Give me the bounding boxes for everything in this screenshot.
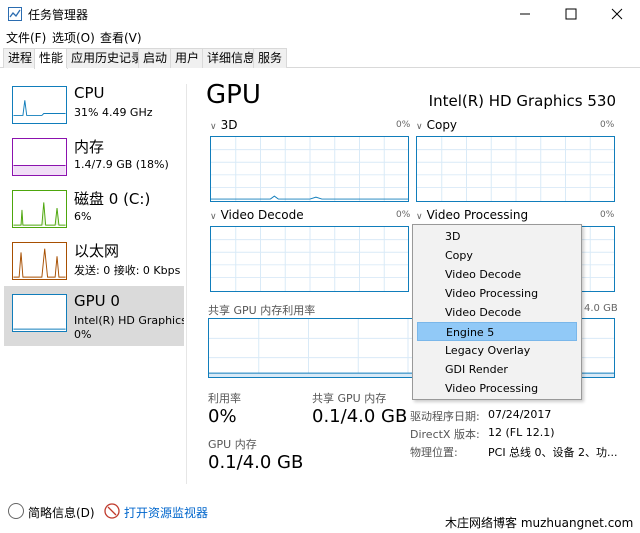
directx-label: DirectX 版本:: [410, 428, 480, 441]
menu-bar: 文件(F) 选项(O) 查看(V): [0, 28, 640, 46]
minimize-button[interactable]: [502, 0, 548, 28]
collapse-icon[interactable]: [8, 503, 24, 519]
dropdown-item[interactable]: Video Processing: [417, 284, 577, 303]
menu-view[interactable]: 查看(V): [100, 29, 142, 46]
graph-video-decode: [210, 226, 409, 292]
sidebar-item-ethernet[interactable]: 以太网 发送: 0 接收: 0 Kbps: [4, 234, 184, 286]
page-title: GPU: [206, 80, 261, 110]
graph-video-processing-pct: 0%: [600, 210, 615, 220]
sidebar-item-label: 磁盘 0 (C:): [74, 190, 151, 208]
graph-video-decode-pct: 0%: [396, 210, 411, 220]
chevron-down-icon: ∨: [210, 122, 217, 132]
graph-copy: [416, 136, 615, 202]
utilization-value: 0%: [208, 406, 237, 427]
dropdown-item[interactable]: Video Processing: [417, 379, 577, 398]
sidebar-item-value: 31% 4.49 GHz: [74, 106, 153, 119]
sidebar-item-value: 发送: 0 接收: 0 Kbps: [74, 264, 181, 277]
tab-processes[interactable]: 进程: [3, 48, 38, 68]
gpu-memory-label: GPU 内存: [208, 438, 257, 451]
graph-3d-selector[interactable]: ∨ 3D: [210, 118, 237, 132]
brief-info-button[interactable]: 简略信息(D): [28, 504, 95, 521]
resource-sidebar: CPU 31% 4.49 GHz 内存 1.4/7.9 GB (18%) 磁盘 …: [0, 68, 186, 478]
dropdown-item[interactable]: Video Decode: [417, 303, 577, 322]
resource-monitor-icon: [104, 503, 120, 519]
graph-copy-label: Copy: [426, 118, 458, 132]
tab-bar: 进程 性能 应用历史记录 启动 用户 详细信息 服务: [0, 46, 640, 69]
graph-3d-pct: 0%: [396, 120, 411, 130]
window-title: 任务管理器: [28, 8, 89, 22]
chevron-down-icon: ∨: [416, 122, 423, 132]
graph-video-processing-selector[interactable]: ∨ Video Processing: [416, 208, 528, 222]
close-button[interactable]: [594, 0, 640, 28]
menu-file[interactable]: 文件(F): [6, 29, 46, 46]
utilization-label: 利用率: [208, 392, 241, 405]
shared-gpu-memory-label: 共享 GPU 内存: [312, 392, 387, 405]
dropdown-item[interactable]: Legacy Overlay: [417, 341, 577, 360]
tab-startup[interactable]: 启动: [138, 48, 173, 68]
directx-value: 12 (FL 12.1): [488, 426, 555, 439]
tab-users[interactable]: 用户: [170, 48, 205, 68]
dropdown-item[interactable]: 3D: [417, 227, 577, 246]
chevron-down-icon: ∨: [416, 212, 423, 222]
sidebar-item-value: 0%: [74, 328, 92, 341]
sidebar-item-label: 内存: [74, 138, 105, 156]
maximize-icon: [565, 8, 577, 20]
location-value: PCI 总线 0、设备 2、功...: [488, 446, 618, 459]
gpu-memory-value: 0.1/4.0 GB: [208, 452, 304, 473]
sidebar-item-label: 以太网: [74, 242, 120, 260]
driver-date-value: 07/24/2017: [488, 408, 552, 421]
graph-copy-pct: 0%: [600, 120, 615, 130]
shared-memory-label: 共享 GPU 内存利用率: [208, 304, 316, 317]
gpu-model-name: Intel(R) HD Graphics 530: [428, 92, 616, 110]
disk-thumbnail: [12, 190, 67, 228]
graph-video-decode-label: Video Decode: [220, 208, 304, 222]
sidebar-item-disk[interactable]: 磁盘 0 (C:) 6%: [4, 182, 184, 234]
sidebar-item-memory[interactable]: 内存 1.4/7.9 GB (18%): [4, 130, 184, 182]
sidebar-item-label: CPU: [74, 84, 105, 102]
open-resource-monitor-link[interactable]: 打开资源监视器: [124, 504, 208, 521]
sidebar-item-value: Intel(R) HD Graphics 5: [74, 314, 184, 327]
chevron-down-icon: ∨: [210, 212, 217, 222]
sidebar-item-value: 6%: [74, 210, 92, 223]
graph-3d: [210, 136, 409, 202]
gpu-thumbnail: [12, 294, 67, 332]
task-manager-icon: [8, 7, 22, 21]
sidebar-item-label: GPU 0: [74, 292, 120, 310]
shared-memory-max: 4.0 GB: [584, 303, 618, 314]
shared-gpu-memory-value: 0.1/4.0 GB: [312, 406, 408, 427]
graph-copy-selector[interactable]: ∨ Copy: [416, 118, 457, 132]
maximize-button[interactable]: [548, 0, 594, 28]
graph-3d-label: 3D: [220, 118, 238, 132]
dropdown-item[interactable]: Video Decode: [417, 265, 577, 284]
memory-thumbnail: [12, 138, 67, 176]
engine-dropdown-menu: 3D Copy Video Decode Video Processing Vi…: [412, 224, 582, 400]
graph-video-processing-label: Video Processing: [426, 208, 529, 222]
tab-details[interactable]: 详细信息: [202, 48, 261, 68]
dropdown-item[interactable]: GDI Render: [417, 360, 577, 379]
title-bar: 任务管理器: [0, 0, 640, 28]
menu-options[interactable]: 选项(O): [52, 29, 95, 46]
minimize-icon: [520, 13, 530, 15]
cpu-thumbnail: [12, 86, 67, 124]
graph-video-decode-selector[interactable]: ∨ Video Decode: [210, 208, 304, 222]
tab-performance[interactable]: 性能: [34, 48, 69, 69]
dropdown-item[interactable]: Copy: [417, 246, 577, 265]
location-label: 物理位置:: [410, 446, 458, 459]
watermark: 木庄网络博客 muzhuangnet.com: [445, 516, 634, 530]
tab-app-history[interactable]: 应用历史记录: [66, 48, 149, 68]
sidebar-item-gpu[interactable]: GPU 0 Intel(R) HD Graphics 5 0%: [4, 286, 184, 346]
close-icon: [611, 8, 623, 20]
driver-date-label: 驱动程序日期:: [410, 410, 480, 423]
ethernet-thumbnail: [12, 242, 67, 280]
sidebar-item-value: 1.4/7.9 GB (18%): [74, 158, 169, 171]
sidebar-item-cpu[interactable]: CPU 31% 4.49 GHz: [4, 78, 184, 130]
tab-services[interactable]: 服务: [253, 48, 288, 68]
panel-divider: [186, 84, 187, 484]
dropdown-item-highlighted[interactable]: Engine 5: [417, 322, 577, 341]
